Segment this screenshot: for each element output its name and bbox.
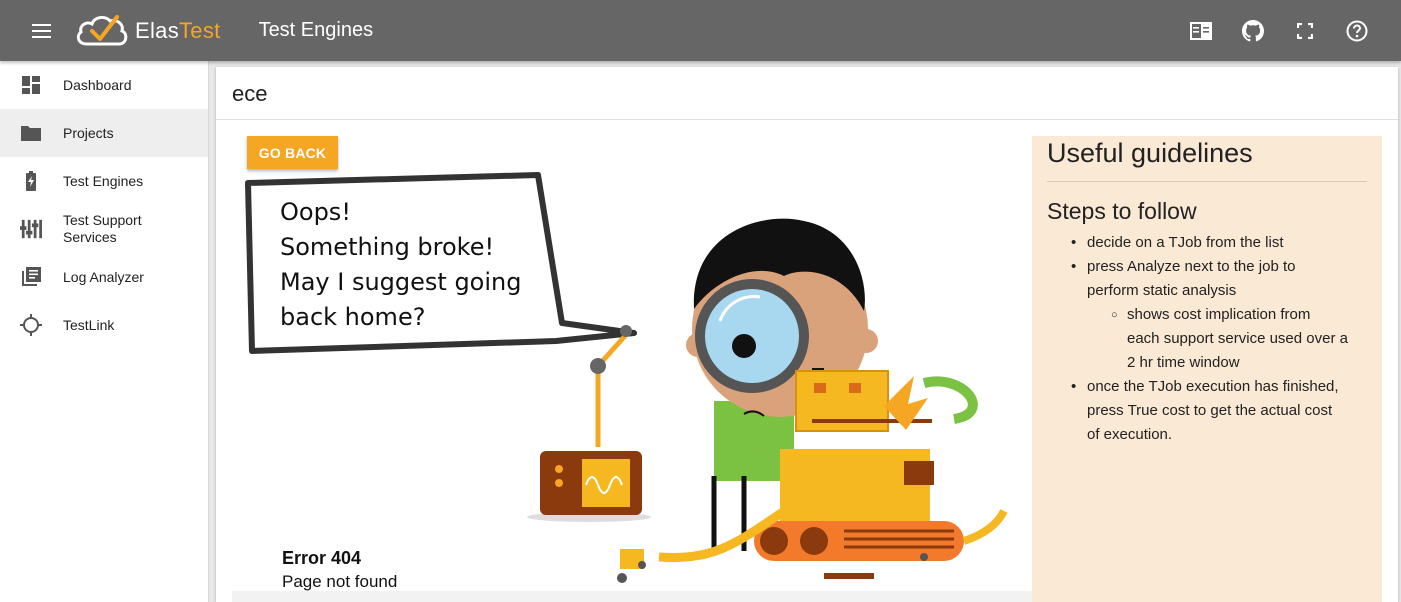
sidebar-nav: Dashboard Projects Test Engines Test Sup… <box>0 61 209 602</box>
sidebar-item-test-engines[interactable]: Test Engines <box>0 157 208 205</box>
tune-sliders-icon <box>20 218 42 240</box>
guidelines-subtitle: Steps to follow <box>1047 198 1197 224</box>
sidebar-item-label: Test Engines <box>63 173 144 189</box>
sidebar-item-label: Dashboard <box>63 77 132 93</box>
step-item: press Analyze next to the job toperform … <box>1047 255 1367 375</box>
sidebar-item-projects[interactable]: Projects <box>0 109 208 157</box>
github-button[interactable] <box>1227 11 1279 51</box>
guidelines-panel: Useful guidelines Steps to follow decide… <box>1032 136 1382 602</box>
sidebar-item-label: Projects <box>63 125 114 141</box>
dashboard-icon <box>20 74 42 96</box>
help-icon <box>1346 20 1368 41</box>
sidebar-item-test-support-services[interactable]: Test Support Services <box>0 205 208 253</box>
step-item: decide on a TJob from the list <box>1047 231 1367 255</box>
error-code: Error 404 <box>282 548 362 568</box>
go-back-button[interactable]: GO BACK <box>247 136 338 169</box>
sidebar-item-dashboard[interactable]: Dashboard <box>0 61 208 109</box>
folder-icon <box>20 122 42 144</box>
top-app-bar: ElasTest Test Engines <box>0 0 1401 61</box>
guidelines-title: Useful guidelines <box>1047 136 1367 182</box>
sidebar-item-label: Test Support Services <box>63 212 142 245</box>
step-item: once the TJob execution has finished,pre… <box>1047 375 1367 447</box>
fullscreen-button[interactable] <box>1279 11 1331 51</box>
toggle-panel-button[interactable] <box>1175 11 1227 51</box>
fullscreen-icon <box>1297 22 1313 39</box>
substep-item: shows cost implication fromeach support … <box>1087 303 1367 375</box>
help-button[interactable] <box>1331 11 1383 51</box>
elastest-logo[interactable]: ElasTest <box>73 13 221 49</box>
battery-charging-icon <box>20 170 42 192</box>
error-message: Page not found <box>282 572 398 591</box>
error-content: GO BACK Oops! Something broke! May I sug… <box>216 121 1398 602</box>
card-title: ece <box>216 67 1398 120</box>
menu-button[interactable] <box>0 0 82 61</box>
speech-bubble-text: Oops! Something broke! May I suggest goi… <box>280 198 522 331</box>
toggle-panel-icon <box>1190 21 1212 40</box>
brand-name: ElasTest <box>135 17 221 43</box>
sidebar-item-testlink[interactable]: TestLink <box>0 301 208 349</box>
steps-list: decide on a TJob from the list press Ana… <box>1047 231 1367 447</box>
crosshair-icon <box>20 314 42 336</box>
divider-strip <box>232 591 1032 602</box>
sidebar-item-label: TestLink <box>63 317 115 333</box>
hamburger-menu-icon <box>31 23 51 38</box>
substeps-list: shows cost implication fromeach support … <box>1087 303 1367 375</box>
main-card: ece GO BACK Oops! Something broke! May I… <box>216 67 1398 602</box>
library-books-icon <box>20 266 42 288</box>
sidebar-item-label: Log Analyzer <box>63 269 144 285</box>
sidebar-item-log-analyzer[interactable]: Log Analyzer <box>0 253 208 301</box>
github-icon <box>1242 19 1264 41</box>
cloud-check-logo-icon <box>76 14 128 45</box>
page-heading: Test Engines <box>258 19 374 41</box>
